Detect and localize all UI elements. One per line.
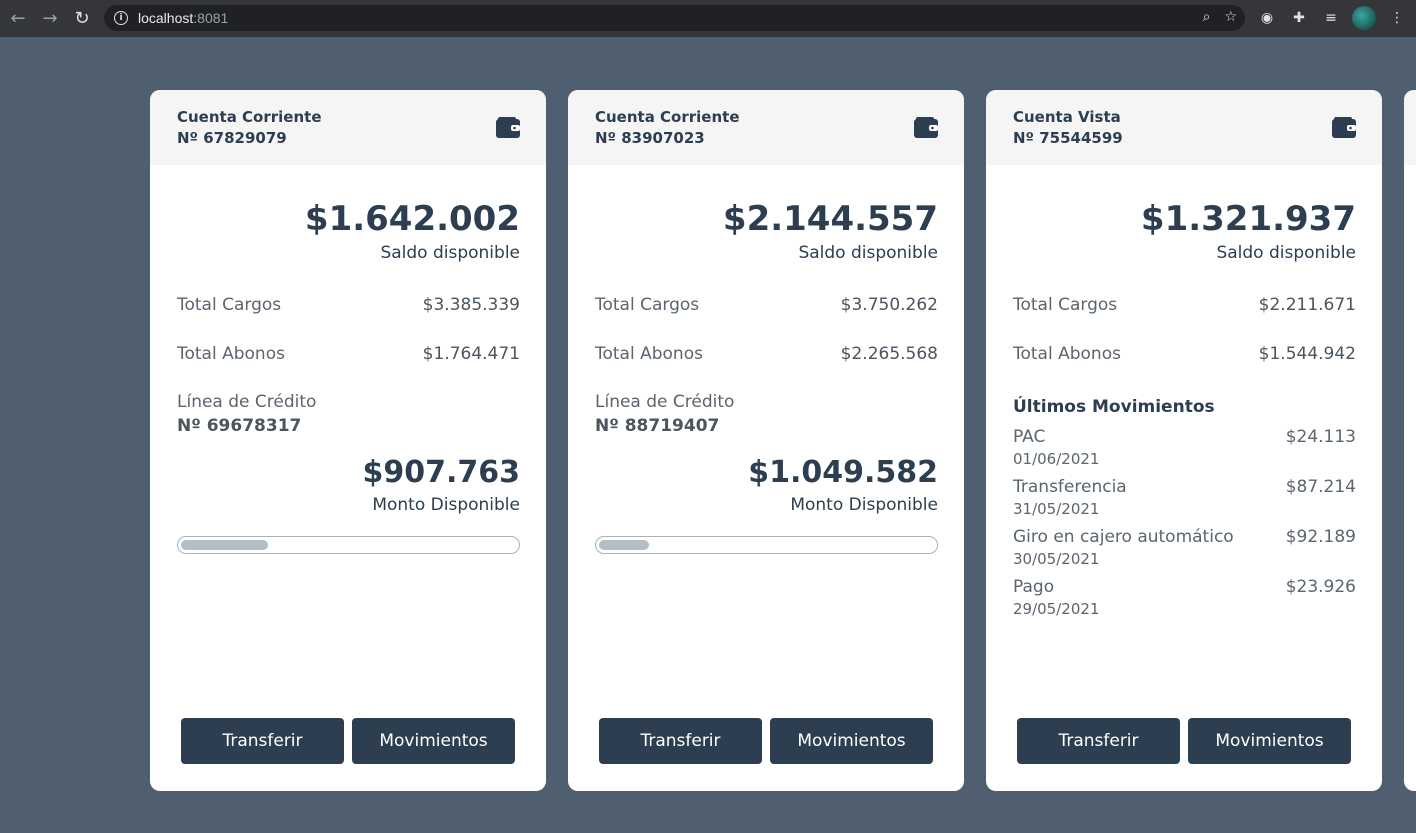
- movement-item: Transferencia 31/05/2021 $87.214: [1013, 477, 1356, 518]
- account-number: Nº 83907023: [595, 129, 705, 147]
- account-type: Cuenta Corriente: [595, 108, 740, 126]
- extensions-icon[interactable]: ✚: [1288, 7, 1310, 29]
- credit-available-amount: $907.763: [362, 455, 520, 490]
- account-number: Nº 67829079: [177, 129, 287, 147]
- address-bar[interactable]: i localhost:8081 ⌕ ☆: [104, 5, 1245, 31]
- info-icon[interactable]: i: [114, 11, 128, 25]
- credit-line-number: Nº 88719407: [595, 416, 720, 436]
- transfer-button[interactable]: Transferir: [1017, 718, 1180, 764]
- account-card: Cuenta Corriente Nº 83907023 $2.144.557 …: [568, 90, 964, 791]
- balance-amount: $1.642.002: [304, 199, 520, 239]
- wallet-icon: [914, 117, 938, 138]
- movement-description: Pago: [1013, 577, 1055, 597]
- profile-avatar[interactable]: [1352, 6, 1376, 30]
- balance-label: Saldo disponible: [380, 243, 520, 263]
- movement-item: Giro en cajero automático 30/05/2021 $92…: [1013, 527, 1356, 568]
- wallet-icon: [1332, 117, 1356, 138]
- card-header: Cuenta Vista Nº 75544599: [986, 90, 1382, 165]
- balance-amount: $2.144.557: [722, 199, 938, 239]
- back-icon[interactable]: ←: [2, 4, 34, 34]
- movement-amount: $23.926: [1285, 577, 1356, 597]
- total-cargos-label: Total Cargos: [177, 295, 282, 315]
- credit-progress-fill: [181, 540, 269, 550]
- transfer-button[interactable]: Transferir: [599, 718, 762, 764]
- account-type: Cuenta Vista: [1013, 108, 1121, 126]
- card-header: Cuenta Corriente Nº 83907023: [568, 90, 964, 165]
- movement-amount: $87.214: [1285, 477, 1356, 497]
- total-abonos-label: Total Abonos: [177, 344, 285, 364]
- movement-amount: $24.113: [1285, 427, 1356, 447]
- total-abonos-label: Total Abonos: [1013, 344, 1121, 364]
- total-abonos-row: Total Abonos $1.764.471: [177, 344, 520, 364]
- total-cargos-row: Total Cargos $3.385.339: [177, 295, 520, 315]
- credit-available-label: Monto Disponible: [372, 495, 520, 515]
- balance-label: Saldo disponible: [1216, 243, 1356, 263]
- credit-line-number: Nº 69678317: [177, 416, 302, 436]
- card-header: Cuenta Corriente Nº 67829079: [150, 90, 546, 165]
- total-cargos-label: Total Cargos: [595, 295, 700, 315]
- transfer-button[interactable]: Transferir: [181, 718, 344, 764]
- credit-available-label: Monto Disponible: [790, 495, 938, 515]
- camera-icon[interactable]: ◉: [1256, 7, 1278, 29]
- total-abonos-value: $1.544.942: [1258, 344, 1356, 364]
- bookmark-star-icon[interactable]: ☆: [1224, 9, 1237, 25]
- total-abonos-row: Total Abonos $1.544.942: [1013, 344, 1356, 364]
- movement-amount: $92.189: [1285, 527, 1356, 547]
- total-cargos-value: $3.750.262: [840, 295, 938, 315]
- movements-button[interactable]: Movimientos: [352, 718, 515, 764]
- movement-date: 01/06/2021: [1013, 450, 1100, 468]
- credit-progress-fill: [599, 540, 650, 550]
- total-cargos-value: $2.211.671: [1258, 295, 1356, 315]
- account-type: Cuenta Corriente: [177, 108, 322, 126]
- reload-icon[interactable]: ↻: [66, 4, 98, 34]
- total-abonos-row: Total Abonos $2.265.568: [595, 344, 938, 364]
- movement-description: Giro en cajero automático: [1013, 527, 1234, 547]
- menu-icon[interactable]: ⋮: [1386, 7, 1408, 29]
- credit-progress-bar: [595, 536, 938, 554]
- balance-label: Saldo disponible: [798, 243, 938, 263]
- movement-date: 30/05/2021: [1013, 550, 1100, 568]
- movement-date: 29/05/2021: [1013, 600, 1100, 618]
- total-cargos-label: Total Cargos: [1013, 295, 1118, 315]
- url-text: localhost:8081: [138, 10, 229, 26]
- movement-description: Transferencia: [1013, 477, 1127, 497]
- total-abonos-value: $1.764.471: [422, 344, 520, 364]
- account-card: Cuenta Corriente Nº 67829079 $1.642.002 …: [150, 90, 546, 791]
- movement-date: 31/05/2021: [1013, 500, 1100, 518]
- balance-amount: $1.321.937: [1140, 199, 1356, 239]
- credit-line-label: Línea de Crédito: [177, 392, 317, 412]
- movement-description: PAC: [1013, 427, 1046, 447]
- browser-toolbar: ← → ↻ i localhost:8081 ⌕ ☆ ◉ ✚ ≡ ⋮: [0, 0, 1416, 37]
- total-cargos-row: Total Cargos $2.211.671: [1013, 295, 1356, 315]
- credit-progress-bar: [177, 536, 520, 554]
- account-number: Nº 75544599: [1013, 129, 1123, 147]
- total-cargos-row: Total Cargos $3.750.262: [595, 295, 938, 315]
- recent-movements-title: Últimos Movimientos: [1013, 397, 1215, 417]
- total-cargos-value: $3.385.339: [422, 295, 520, 315]
- zoom-icon[interactable]: ⌕: [1203, 9, 1211, 25]
- total-abonos-value: $2.265.568: [840, 344, 938, 364]
- credit-line-label: Línea de Crédito: [595, 392, 735, 412]
- total-abonos-label: Total Abonos: [595, 344, 703, 364]
- movements-button[interactable]: Movimientos: [770, 718, 933, 764]
- movements-list: PAC 01/06/2021 $24.113 Transferencia 31/…: [1013, 427, 1356, 618]
- credit-available-amount: $1.049.582: [748, 455, 938, 490]
- wallet-icon: [496, 117, 520, 138]
- account-card-partial: [1404, 90, 1416, 791]
- movement-item: Pago 29/05/2021 $23.926: [1013, 577, 1356, 618]
- forward-icon[interactable]: →: [34, 4, 66, 34]
- account-card: Cuenta Vista Nº 75544599 $1.321.937 Sald…: [986, 90, 1382, 791]
- media-control-icon[interactable]: ≡: [1320, 7, 1342, 29]
- movements-button[interactable]: Movimientos: [1188, 718, 1351, 764]
- movement-item: PAC 01/06/2021 $24.113: [1013, 427, 1356, 468]
